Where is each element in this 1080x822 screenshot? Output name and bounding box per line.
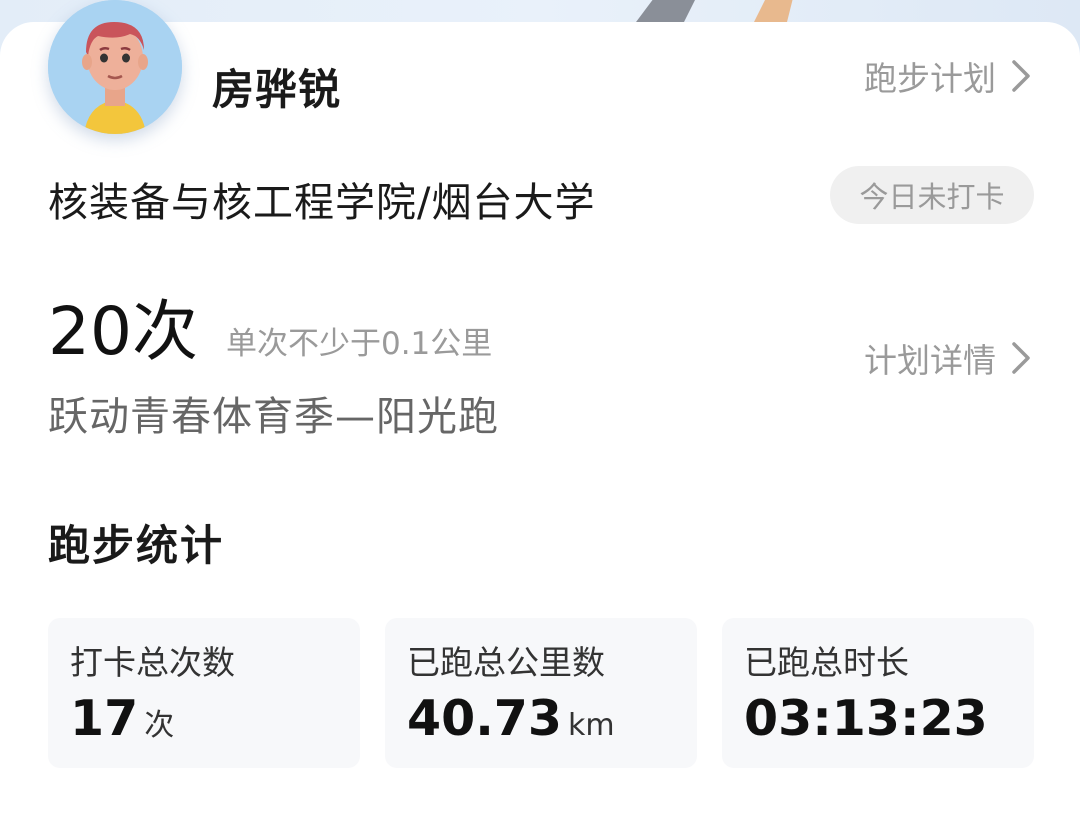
plan-count: 20次 [48,293,198,370]
running-plan-link[interactable]: 跑步计划 [864,52,1034,100]
stat-card-distance: 已跑总公里数 40.73 km [385,618,697,768]
stats-section-title: 跑步统计 [48,521,225,570]
user-name: 房骅锐 [212,65,342,114]
college-name: 核装备与核工程学院/烟台大学 [48,180,596,226]
stat-label: 打卡总次数 [70,643,235,682]
stat-value: 40.73 [407,690,562,747]
stat-value: 03:13:23 [744,690,988,747]
running-plan-label: 跑步计划 [864,59,996,98]
stat-card-duration: 已跑总时长 03:13:23 [722,618,1034,768]
plan-detail-label: 计划详情 [864,341,996,380]
chevron-right-icon [1012,342,1030,374]
plan-count-row: 20次 单次不少于0.1公里 [48,278,492,374]
plan-requirement: 单次不少于0.1公里 [225,326,493,362]
chevron-right-icon [1012,60,1030,92]
checkin-status-badge: 今日未打卡 [830,166,1034,224]
profile-card: 房骅锐 跑步计划 核装备与核工程学院/烟台大学 今日未打卡 20次 单次不少于0… [0,0,1080,822]
stat-label: 已跑总公里数 [407,643,605,682]
plan-name: 跃动青春体育季—阳光跑 [48,394,499,440]
avatar-illustration [48,0,182,134]
stat-label: 已跑总时长 [744,643,909,682]
stat-unit: 次 [144,708,175,743]
plan-detail-link[interactable]: 计划详情 [864,334,1034,382]
stat-card-checkins: 打卡总次数 17 次 [48,618,360,768]
stat-value: 17 [70,690,139,747]
stat-unit: km [568,708,615,743]
user-avatar[interactable] [48,0,182,134]
